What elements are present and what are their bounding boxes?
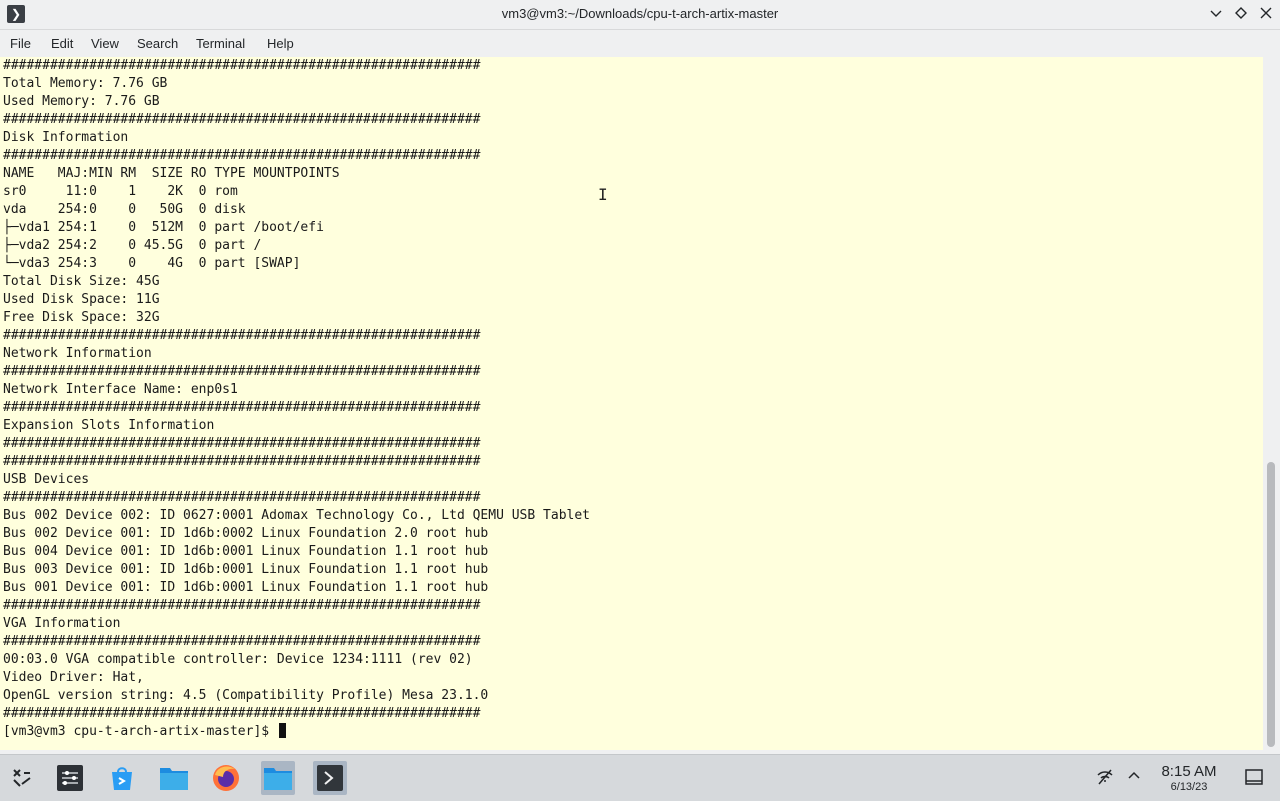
scrollbar-thumb[interactable] (1267, 462, 1275, 747)
terminal-scrollbar[interactable] (1263, 57, 1280, 750)
terminal-line: ########################################… (3, 706, 481, 721)
menu-terminal[interactable]: Terminal (196, 36, 245, 51)
terminal-line: ├─vda2 254:2 0 45.5G 0 part / (3, 238, 262, 253)
terminal-line: ########################################… (3, 634, 481, 649)
window-titlebar[interactable]: ❯ vm3@vm3:~/Downloads/cpu-t-arch-artix-m… (0, 0, 1280, 30)
chevron-up-icon (1128, 771, 1140, 779)
terminal-line: ########################################… (3, 454, 481, 469)
terminal-line: Expansion Slots Information (3, 418, 215, 433)
folder-icon (264, 768, 292, 790)
terminal-line: Total Memory: 7.76 GB (3, 76, 168, 91)
terminal-line: Disk Information (3, 130, 129, 145)
menu-bar: File Edit View Search Terminal Help (0, 30, 1280, 56)
terminal-line: NAME MAJ:MIN RM SIZE RO TYPE MOUNTPOINTS (3, 166, 340, 181)
terminal-taskbar-button[interactable] (313, 761, 347, 795)
menu-file[interactable]: File (10, 36, 31, 51)
terminal-output: ########################################… (3, 57, 590, 741)
clock-time[interactable]: 8:15 AM (1150, 763, 1228, 780)
terminal-line: Bus 004 Device 001: ID 1d6b:0001 Linux F… (3, 544, 489, 559)
app-launcher-button[interactable] (5, 761, 39, 795)
terminal-icon (317, 765, 343, 791)
terminal-line: ########################################… (3, 328, 481, 343)
terminal-line: Network Interface Name: enp0s1 (3, 382, 238, 397)
terminal-line: USB Devices (3, 472, 90, 487)
terminal-line: Bus 002 Device 002: ID 0627:0001 Adomax … (3, 508, 590, 523)
terminal-line: └─vda3 254:3 0 4G 0 part [SWAP] (3, 256, 301, 271)
menu-edit[interactable]: Edit (51, 36, 73, 51)
terminal-line: OpenGL version string: 4.5 (Compatibilit… (3, 688, 489, 703)
software-store-icon (112, 767, 132, 790)
close-icon (1260, 7, 1272, 19)
terminal-line: Network Information (3, 346, 152, 361)
text-cursor-icon: I (598, 185, 608, 204)
software-store-button[interactable] (105, 761, 139, 795)
maximize-button[interactable] (1231, 5, 1251, 25)
firefox-icon (213, 765, 239, 791)
terminal-line: ########################################… (3, 490, 481, 505)
terminal-line: ########################################… (3, 148, 481, 163)
terminal-line: Video Driver: Hat, (3, 670, 144, 685)
menu-view[interactable]: View (91, 36, 119, 51)
terminal-line: Used Disk Space: 11G (3, 292, 160, 307)
minimize-button[interactable] (1206, 5, 1226, 25)
taskbar: 8:15 AM 6/13/23 (0, 754, 1280, 801)
terminal-output-area[interactable]: ########################################… (0, 57, 1263, 750)
terminal-line: ########################################… (3, 112, 481, 127)
shell-prompt: [vm3@vm3 cpu-t-arch-artix-master]$ (3, 724, 277, 739)
terminal-line: Bus 001 Device 001: ID 1d6b:0001 Linux F… (3, 580, 489, 595)
file-manager-icon (160, 768, 188, 790)
app-launcher-icon (13, 769, 31, 787)
firefox-button[interactable] (209, 761, 243, 795)
terminal-line: ########################################… (3, 436, 481, 451)
network-tray-icon[interactable] (1096, 768, 1114, 791)
terminal-line: ########################################… (3, 58, 481, 73)
tray-expand-button[interactable] (1127, 768, 1141, 787)
network-icon (1097, 769, 1113, 785)
diamond-icon (1235, 7, 1247, 19)
system-settings-button[interactable] (53, 761, 87, 795)
menu-help[interactable]: Help (267, 36, 294, 51)
chevron-down-icon (1210, 10, 1222, 17)
close-button[interactable] (1256, 5, 1276, 25)
terminal-line: Bus 002 Device 001: ID 1d6b:0002 Linux F… (3, 526, 489, 541)
terminal-line: ├─vda1 254:1 0 512M 0 part /boot/efi (3, 220, 324, 235)
terminal-line: Total Disk Size: 45G (3, 274, 160, 289)
system-settings-icon (57, 765, 83, 791)
show-desktop-button[interactable] (1245, 768, 1263, 791)
folder-button[interactable] (261, 761, 295, 795)
terminal-line: ########################################… (3, 598, 481, 613)
terminal-line: ########################################… (3, 400, 481, 415)
show-desktop-icon (1245, 769, 1263, 785)
terminal-line: Free Disk Space: 32G (3, 310, 160, 325)
terminal-line: VGA Information (3, 616, 121, 631)
terminal-line: 00:03.0 VGA compatible controller: Devic… (3, 652, 473, 667)
menu-search[interactable]: Search (137, 36, 178, 51)
terminal-line: ########################################… (3, 364, 481, 379)
terminal-cursor (278, 723, 286, 738)
terminal-line: Bus 003 Device 001: ID 1d6b:0001 Linux F… (3, 562, 489, 577)
clock-date[interactable]: 6/13/23 (1150, 781, 1228, 793)
terminal-line: vda 254:0 0 50G 0 disk (3, 202, 246, 217)
terminal-line: sr0 11:0 1 2K 0 rom (3, 184, 238, 199)
window-title: vm3@vm3:~/Downloads/cpu-t-arch-artix-mas… (501, 6, 779, 21)
terminal-line: Used Memory: 7.76 GB (3, 94, 160, 109)
file-manager-button[interactable] (157, 761, 191, 795)
